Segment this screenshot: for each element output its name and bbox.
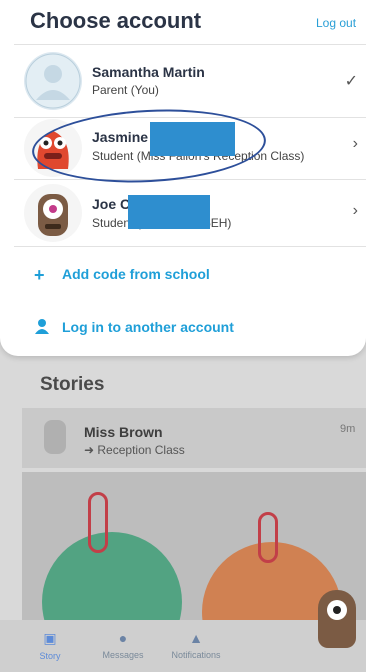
redaction-box bbox=[128, 195, 210, 229]
nav-label: Messages bbox=[102, 650, 144, 660]
nav-label: Story bbox=[39, 651, 61, 661]
ribbon bbox=[88, 492, 108, 553]
bell-icon: ▲ bbox=[189, 630, 203, 646]
default-avatar bbox=[24, 52, 82, 110]
person-icon bbox=[34, 318, 54, 339]
paper-plate-green bbox=[42, 532, 182, 620]
monster-mascot bbox=[318, 590, 356, 648]
login-another-label: Log in to another account bbox=[62, 319, 234, 336]
story-photo[interactable] bbox=[22, 472, 366, 620]
chevron-right-icon: › bbox=[352, 135, 358, 152]
account-name: Samantha Martin bbox=[92, 64, 205, 80]
ribbon bbox=[258, 512, 278, 563]
login-another-button[interactable]: Log in to another account bbox=[34, 318, 234, 339]
sheet-title: Choose account bbox=[30, 8, 202, 33]
account-name: Joe C bbox=[92, 196, 131, 212]
nav-story[interactable]: ▣ Story bbox=[15, 630, 85, 661]
chevron-right-icon: › bbox=[352, 202, 358, 219]
brown-monster-avatar bbox=[24, 184, 82, 242]
story-header[interactable] bbox=[22, 408, 366, 468]
account-row-parent[interactable]: Samantha Martin Parent (You) ✓ bbox=[14, 44, 366, 118]
story-time: 9m bbox=[340, 423, 356, 435]
account-subtitle: Parent (You) bbox=[92, 83, 159, 97]
add-code-label: Add code from school bbox=[62, 266, 210, 283]
logout-link[interactable]: Log out bbox=[316, 16, 356, 30]
story-class-label: Reception Class bbox=[97, 443, 185, 457]
arrow-right-icon: ➜ bbox=[84, 443, 98, 457]
story-class: ➜ Reception Class bbox=[84, 443, 185, 457]
plus-icon: + bbox=[34, 265, 45, 285]
chat-icon: ● bbox=[118, 630, 128, 646]
account-sheet: Choose account Log out Samantha Martin P… bbox=[0, 0, 366, 356]
nav-messages[interactable]: ● Messages bbox=[88, 630, 158, 660]
image-icon: ▣ bbox=[43, 630, 57, 646]
teacher-avatar bbox=[44, 420, 66, 454]
stories-title: Stories bbox=[40, 374, 105, 395]
add-code-button[interactable]: + Add code from school bbox=[34, 265, 210, 286]
story-author: Miss Brown bbox=[84, 424, 163, 440]
check-icon: ✓ bbox=[344, 73, 358, 90]
nav-label: Notifications bbox=[171, 650, 221, 660]
nav-notifications[interactable]: ▲ Notifications bbox=[161, 630, 231, 660]
bottom-nav: ▣ Story ● Messages ▲ Notifications bbox=[0, 620, 366, 672]
